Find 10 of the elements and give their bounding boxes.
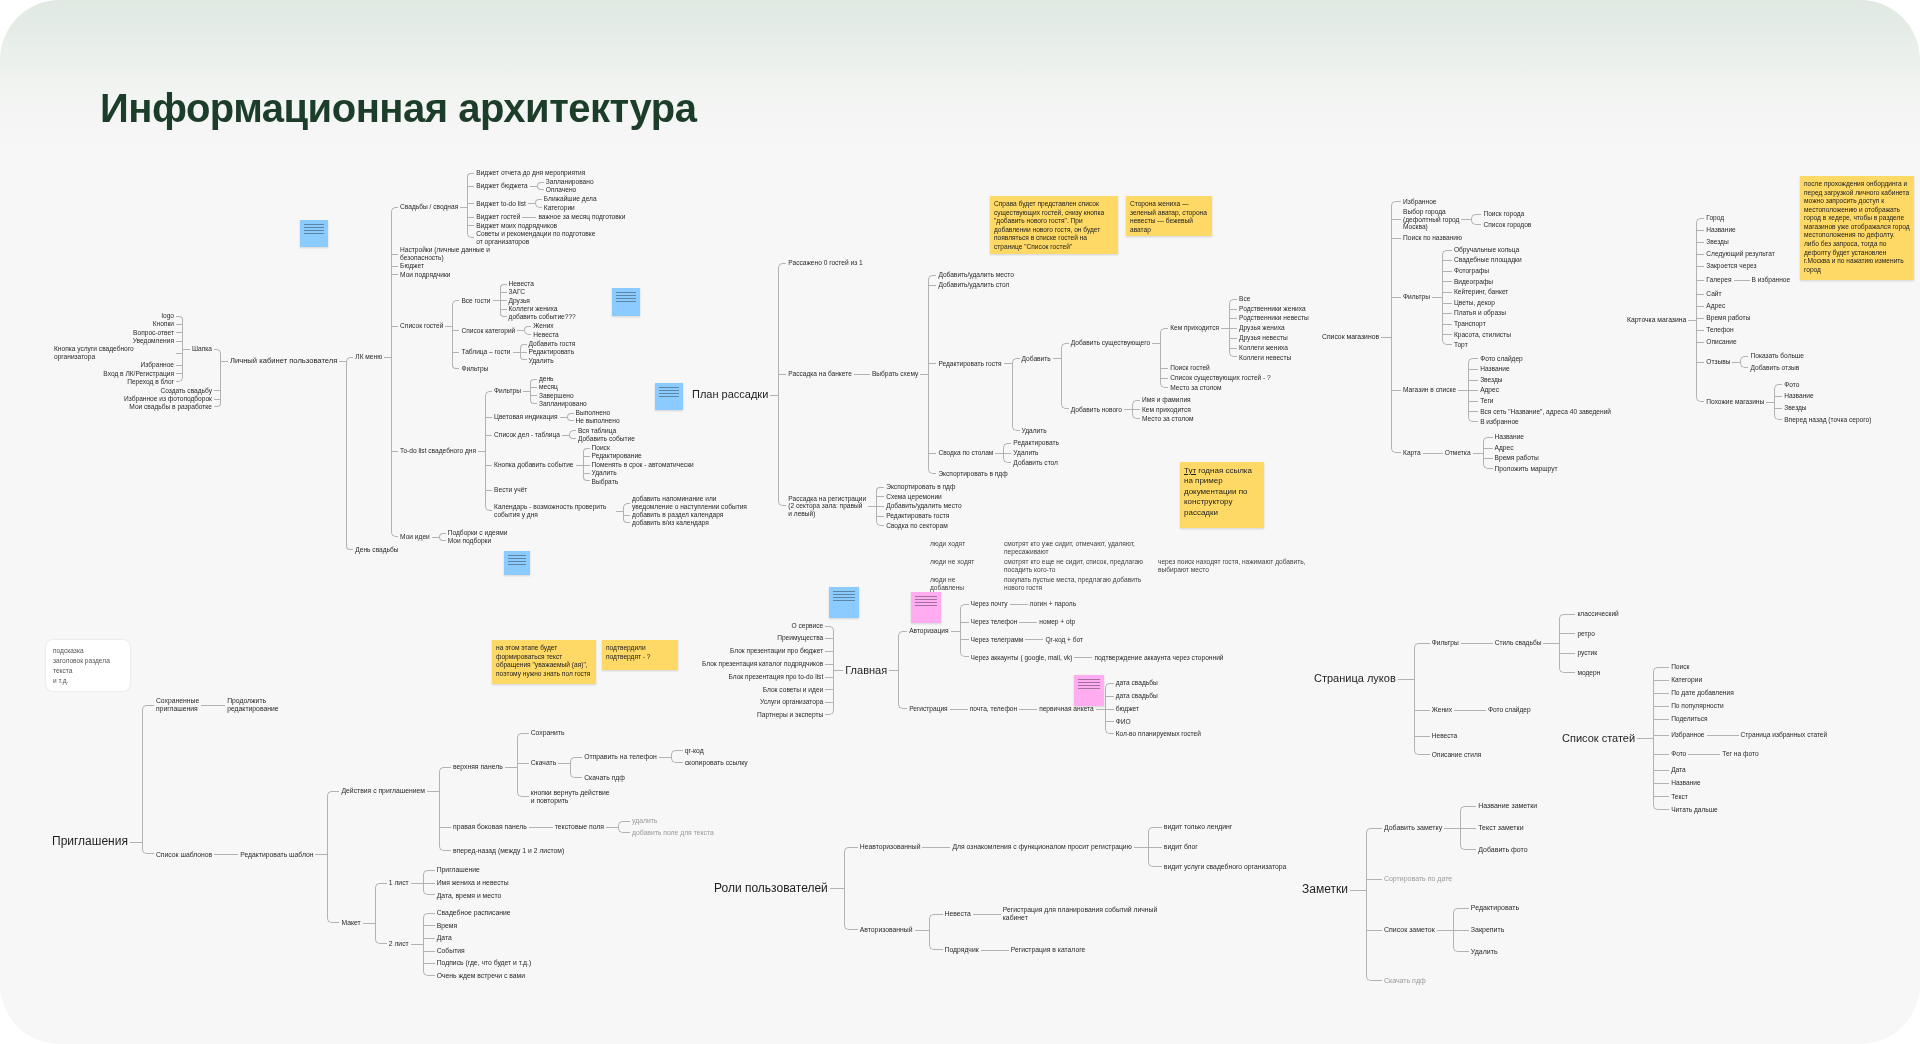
map-root-title: Список статей: [1561, 731, 1637, 745]
note-link[interactable]: Тут: [1184, 466, 1197, 475]
map-root-title: Роли пользователей: [713, 881, 829, 896]
page-title: Информационная архитектура: [100, 86, 697, 131]
map-root-title: Приглашения: [51, 834, 129, 849]
map-root-title: Заметки: [1301, 883, 1349, 898]
map-root-title: Главная: [844, 663, 889, 677]
map-root-title: Страница луков: [1313, 672, 1397, 685]
note-text: Тут годная ссылка на пример документации по конструктору рассадки: [1184, 466, 1253, 518]
map-root-title: План рассадки: [691, 388, 770, 402]
